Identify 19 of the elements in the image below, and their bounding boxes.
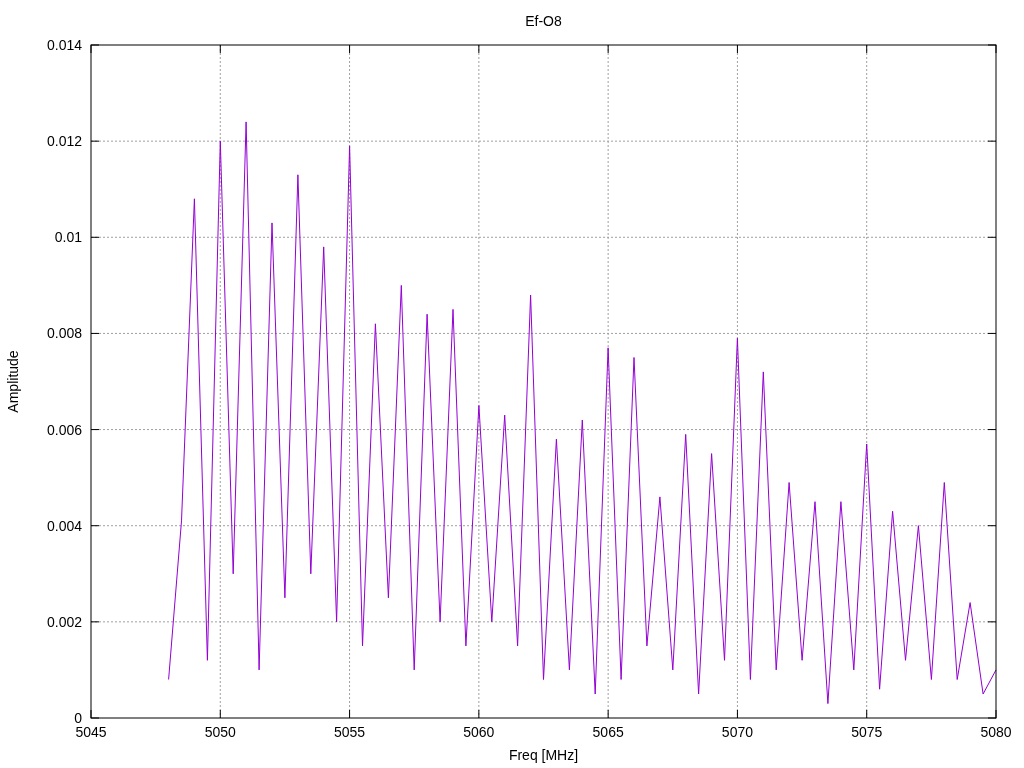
- chart-title: Ef-O8: [525, 13, 562, 29]
- y-tick-label: 0.004: [46, 517, 82, 534]
- y-tick-label: 0.01: [54, 229, 82, 246]
- x-tick-label: 5080: [980, 724, 1012, 740]
- y-tick-label: 0.014: [46, 37, 82, 53]
- y-tick-label: 0.006: [46, 421, 82, 438]
- y-axis-label: Amplitude: [5, 350, 21, 413]
- x-tick-label: 5070: [721, 724, 753, 740]
- x-tick-label: 5050: [204, 724, 236, 740]
- y-tick-label: 0: [74, 710, 82, 726]
- y-tick-label: 0.008: [46, 325, 82, 342]
- x-tick-label: 5045: [75, 724, 107, 740]
- x-tick-label: 5065: [592, 724, 624, 740]
- x-tick-label: 5075: [851, 724, 883, 740]
- y-tick-label: 0.012: [46, 133, 82, 150]
- x-axis-label: Freq [MHz]: [508, 747, 579, 763]
- x-tick-label: 5055: [334, 724, 366, 740]
- x-tick-label: 5060: [463, 724, 495, 740]
- y-tick-label: 0.002: [46, 613, 82, 630]
